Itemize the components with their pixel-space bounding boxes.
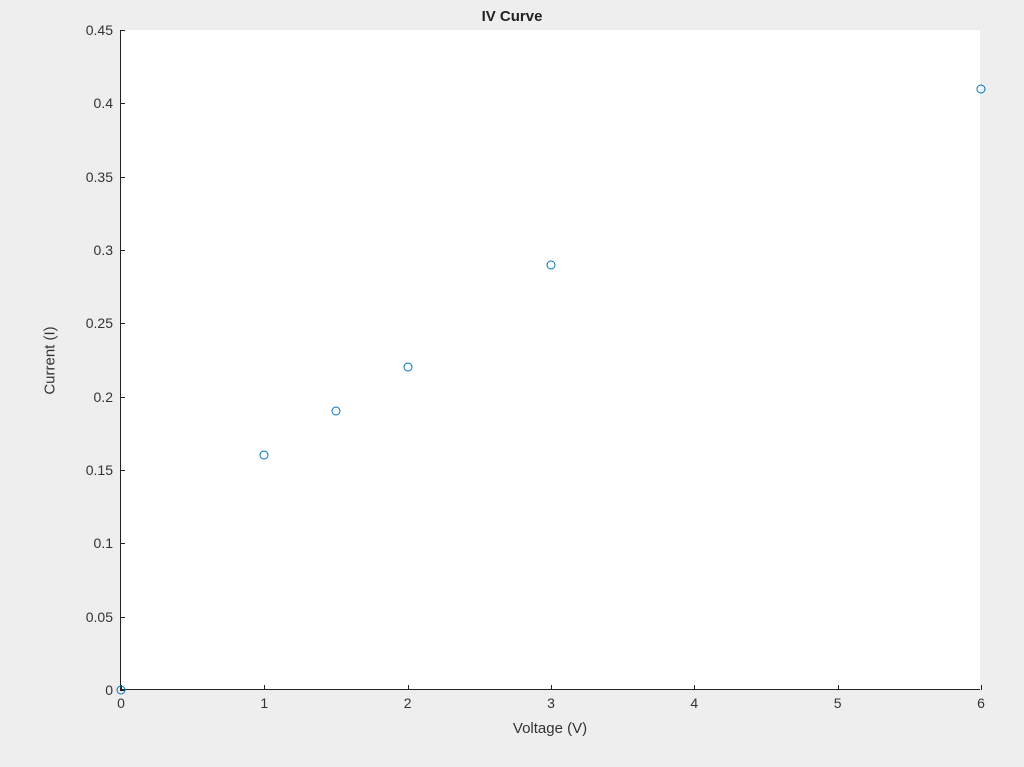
data-point [977,84,986,93]
y-tick [120,177,125,178]
y-tick-label: 0.1 [94,535,113,551]
y-tick-label: 0.3 [94,242,113,258]
x-tick-label: 1 [260,695,268,711]
x-tick [694,685,695,690]
y-tick [120,103,125,104]
x-tick-label: 6 [977,695,985,711]
x-tick [838,685,839,690]
y-tick-label: 0.25 [86,315,113,331]
data-point [117,686,126,695]
y-tick [120,543,125,544]
y-tick [120,617,125,618]
y-axis-label-container: Current (I) [40,30,60,690]
y-axis-label: Current (I) [42,326,59,394]
data-point [260,451,269,460]
x-tick [408,685,409,690]
x-tick-label: 5 [834,695,842,711]
x-tick-label: 0 [117,695,125,711]
y-tick [120,470,125,471]
y-tick [120,250,125,251]
x-tick [981,685,982,690]
x-tick-label: 3 [547,695,555,711]
x-axis-label: Voltage (V) [120,720,980,737]
y-tick [120,323,125,324]
y-tick-label: 0.35 [86,169,113,185]
data-point [403,363,412,372]
data-point [547,260,556,269]
y-tick-label: 0.45 [86,22,113,38]
y-tick [120,30,125,31]
y-tick-label: 0.4 [94,95,113,111]
x-tick [551,685,552,690]
x-tick-label: 2 [404,695,412,711]
chart-title: IV Curve [0,8,1024,25]
data-point [332,407,341,416]
figure: IV Curve Current (I) 012345600.050.10.15… [0,0,1024,767]
y-tick-label: 0.15 [86,462,113,478]
y-tick [120,397,125,398]
plot-area: 012345600.050.10.150.20.250.30.350.40.45 [120,30,980,690]
y-tick-label: 0.05 [86,609,113,625]
y-tick-label: 0 [105,682,113,698]
x-tick-label: 4 [690,695,698,711]
x-tick [264,685,265,690]
y-tick-label: 0.2 [94,389,113,405]
